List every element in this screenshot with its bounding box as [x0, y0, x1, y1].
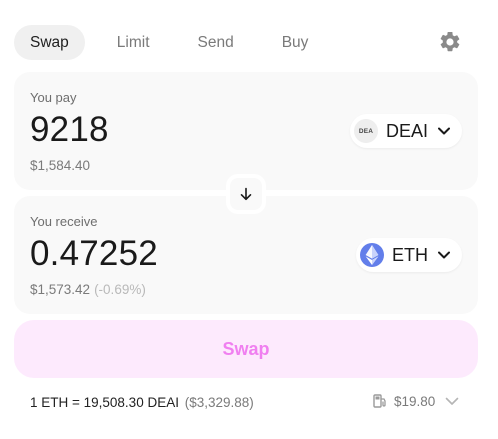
chevron-down-icon	[438, 251, 450, 259]
pay-panel: You pay 9218 $1,584.40 DEA DEAI	[14, 72, 478, 190]
pay-token-selector[interactable]: DEA DEAI	[349, 114, 462, 148]
receive-amount-input[interactable]: 0.47252	[30, 234, 158, 274]
gas-pump-icon	[373, 394, 386, 408]
pay-amount-input[interactable]: 9218	[30, 110, 109, 150]
receive-usd-value: $1,573.42 (-0.69%)	[30, 282, 146, 297]
chevron-down-icon	[438, 127, 450, 135]
tab-bar: Swap Limit Send Buy	[14, 25, 340, 60]
gas-fee-toggle[interactable]: $19.80	[372, 393, 459, 409]
gas-fee-value: $19.80	[394, 393, 436, 409]
rate-text: 1 ETH = 19,508.30 DEAI	[30, 395, 179, 410]
receive-token-selector[interactable]: ETH	[356, 238, 462, 272]
pay-usd-value: $1,584.40	[30, 158, 91, 173]
gear-icon[interactable]	[438, 30, 462, 54]
deai-token-icon: DEA	[353, 119, 378, 143]
tab-send[interactable]: Send	[182, 25, 250, 60]
swap-button[interactable]: Swap	[14, 320, 478, 378]
pay-label: You pay	[30, 90, 77, 105]
receive-label: You receive	[30, 214, 98, 229]
receive-token-symbol: ETH	[392, 244, 428, 265]
switch-tokens-button[interactable]	[226, 174, 266, 214]
swap-widget: Swap Limit Send Buy You pay 9218 $1,584.…	[0, 0, 498, 439]
exchange-rate[interactable]: 1 ETH = 19,508.30 DEAI ($3,329.88)	[30, 395, 254, 410]
tab-swap[interactable]: Swap	[14, 25, 85, 60]
tab-limit[interactable]: Limit	[101, 25, 166, 60]
arrow-down-icon	[240, 187, 252, 201]
rate-usd: ($3,329.88)	[184, 395, 254, 410]
eth-token-icon	[360, 243, 384, 267]
price-impact: (-0.69%)	[94, 282, 146, 297]
pay-token-symbol: DEAI	[385, 120, 428, 141]
tab-buy[interactable]: Buy	[266, 25, 325, 60]
chevron-down-icon	[445, 397, 459, 405]
